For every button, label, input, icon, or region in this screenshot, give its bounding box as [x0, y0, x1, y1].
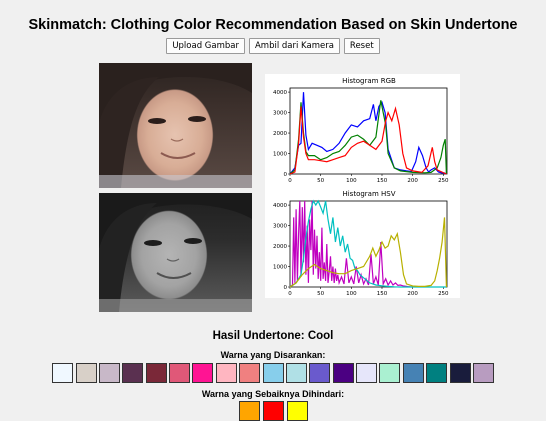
histogram-hsv-xtick-label-200: 200: [407, 291, 418, 297]
histogram-hsv-xtick-label-150: 150: [377, 291, 388, 297]
histogram-hsv-ytick-label-2000: 2000: [273, 244, 287, 250]
face-photo-grayscale: [99, 193, 252, 312]
recommended-color-swatch-8: [215, 363, 237, 383]
histogram-rgb-ytick-label-1000: 1000: [273, 152, 287, 158]
recommended-color-swatch-14: [356, 363, 377, 383]
histogram-rgb-xtick-label-200: 200: [407, 178, 418, 184]
histogram-hsv-xtick-label-250: 250: [438, 291, 449, 297]
avoid-color-swatch-1: [238, 401, 260, 421]
recommended-color-swatch-3: [98, 363, 120, 383]
recommended-color-swatch-6: [169, 363, 190, 383]
histogram-hsv-xtick-label-100: 100: [346, 291, 357, 297]
histogram-rgb-xtick-label-50: 50: [317, 178, 324, 184]
histogram-hsv-chart: Histogram HSV 0 1000 2000 3000 4000 0 50 100 150…: [273, 190, 449, 297]
histogram-rgb-title: Histogram RGB: [342, 77, 396, 85]
recommended-color-swatch-9: [239, 363, 261, 383]
histogram-panel: Histogram RGB 0 1000 2000 3000 4000 0 50 100 150…: [265, 74, 460, 298]
recommended-color-swatch-15: [379, 363, 401, 383]
recommended-color-swatch-7: [192, 363, 214, 383]
recommended-color-swatch-13: [332, 363, 354, 383]
histogram-hsv-ytick-label-1000: 1000: [273, 265, 287, 271]
histogram-rgb-xtick-label-0: 0: [288, 178, 292, 184]
recommended-color-swatch-19: [472, 363, 494, 383]
reset-button[interactable]: Reset: [343, 38, 380, 54]
face-photo-original: [99, 63, 252, 188]
recommended-colors-label: Warna yang Disarankan:: [220, 350, 326, 360]
histogram-hsv-ytick-label-0: 0: [284, 285, 288, 291]
recommended-color-swatch-16: [402, 363, 424, 383]
app-title: Skinmatch: Clothing Color Recommendation…: [28, 17, 518, 33]
recommended-color-swatch-4: [122, 363, 144, 383]
histogram-rgb-ytick-label-0: 0: [284, 172, 288, 178]
histogram-rgb-ytick-label-2000: 2000: [273, 131, 287, 137]
recommended-color-swatch-17: [426, 363, 448, 383]
histogram-hsv-title: Histogram HSV: [342, 190, 395, 198]
histogram-rgb-ytick-label-3000: 3000: [273, 111, 287, 117]
recommended-color-swatch-2: [75, 363, 97, 383]
recommended-color-swatches: [0, 363, 546, 383]
avoid-color-swatch-3: [286, 401, 308, 421]
recommended-color-swatch-12: [309, 363, 331, 383]
undertone-result: Hasil Undertone: Cool: [212, 330, 334, 342]
upload-image-button[interactable]: Upload Gambar: [166, 38, 245, 54]
avoid-color-swatches: [0, 401, 546, 421]
recommended-color-swatch-11: [285, 363, 307, 383]
avoid-colors-label: Warna yang Sebaiknya Dihindari:: [201, 389, 345, 399]
recommended-color-swatch-1: [52, 363, 74, 383]
toolbar: Upload Gambar Ambil dari Kamera Reset: [0, 38, 546, 54]
histogram-rgb-axes: [289, 87, 448, 175]
histogram-rgb-xtick-label-250: 250: [438, 178, 449, 184]
recommended-color-swatch-18: [449, 363, 471, 383]
histogram-rgb-chart: Histogram RGB 0 1000 2000 3000 4000 0 50 100 150…: [273, 77, 449, 184]
histogram-hsv-xtick-label-0: 0: [288, 291, 292, 297]
histogram-rgb-ytick-label-4000: 4000: [273, 90, 287, 96]
histogram-hsv-ytick-label-4000: 4000: [273, 203, 287, 209]
histogram-hsv-ytick-label-3000: 3000: [273, 224, 287, 230]
histogram-rgb-xtick-label-100: 100: [346, 178, 357, 184]
histogram-rgb-xtick-label-150: 150: [377, 178, 388, 184]
histogram-hsv-xtick-label-50: 50: [317, 291, 324, 297]
camera-capture-button[interactable]: Ambil dari Kamera: [248, 38, 340, 54]
recommended-color-swatch-10: [262, 363, 284, 383]
recommended-color-swatch-5: [145, 363, 167, 383]
avoid-color-swatch-2: [262, 401, 284, 421]
